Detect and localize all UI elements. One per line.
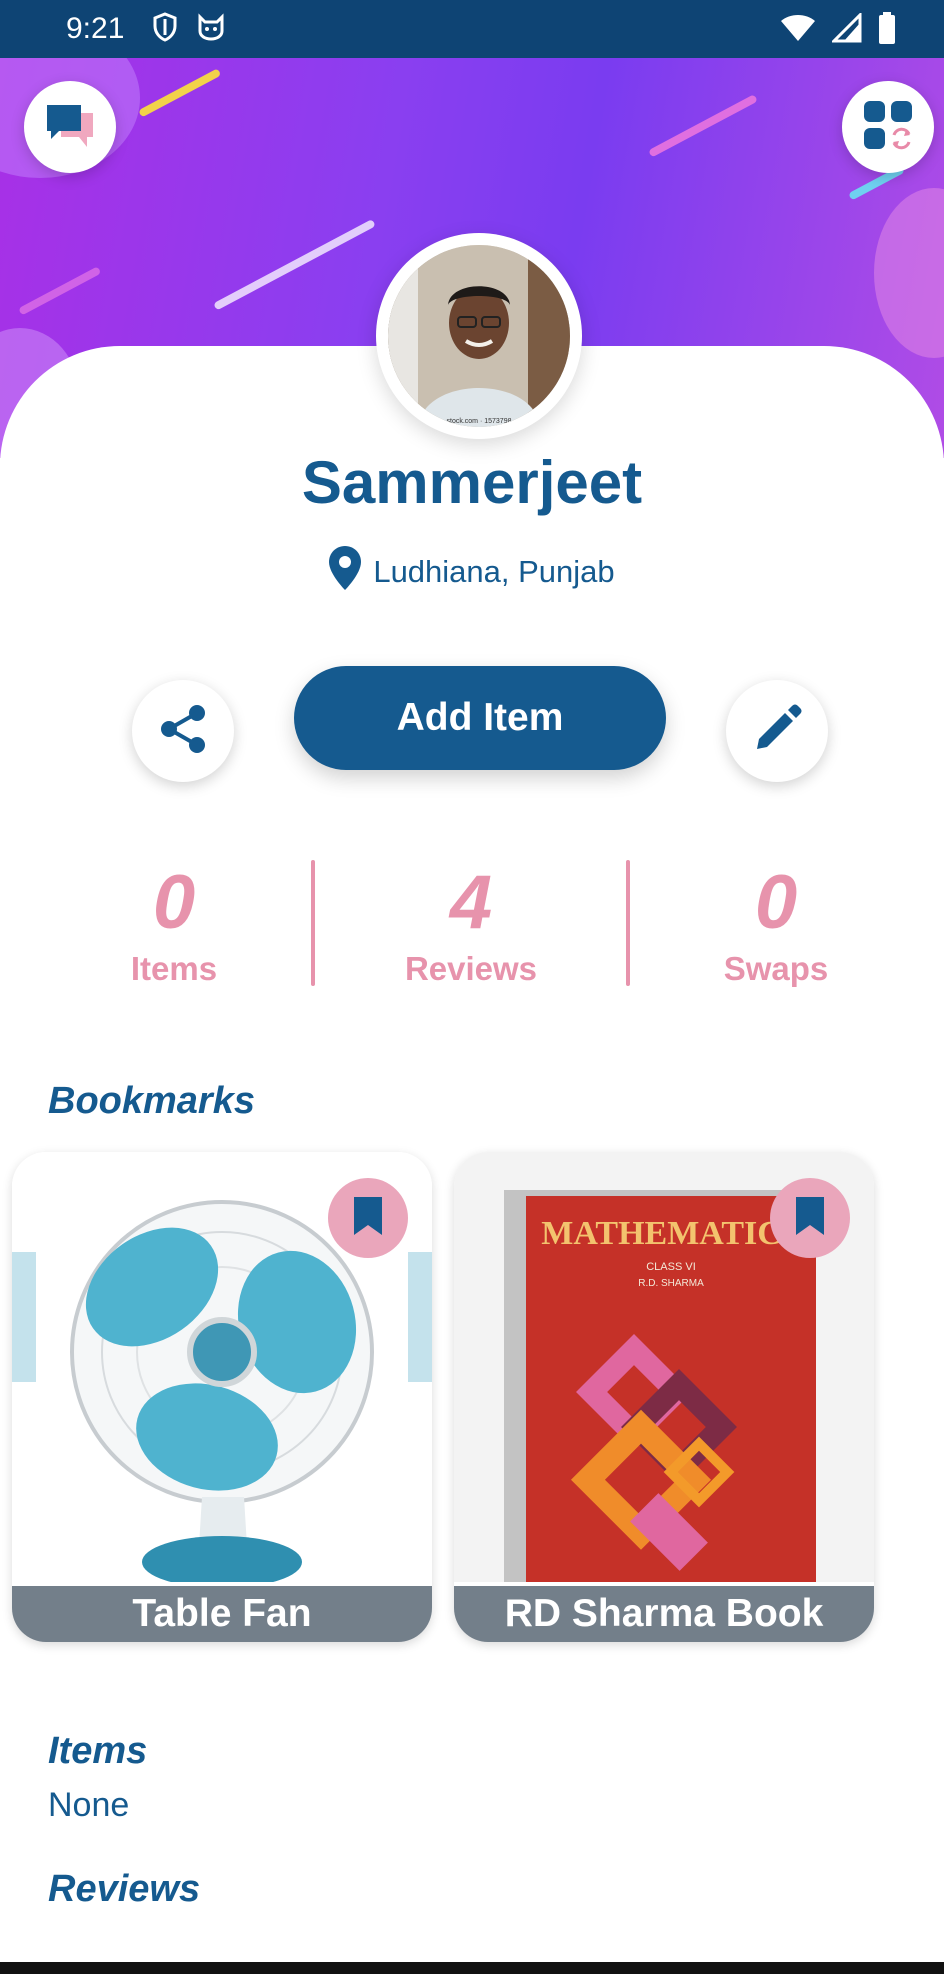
bookmark-card[interactable]: Table Fan	[12, 1152, 432, 1642]
location-text: Ludhiana, Punjab	[373, 554, 615, 589]
stat-reviews[interactable]: 4 Reviews	[346, 858, 596, 988]
banner-streak	[138, 68, 222, 118]
profile-screen: 9:21 ...stock.com · 1573798... Sammerjee…	[0, 0, 944, 1974]
bookmark-card[interactable]: MATHEMATICS CLASS VI R.D. SHARMA RD Shar…	[454, 1152, 874, 1642]
wifi-icon	[780, 13, 816, 48]
avatar-photo: ...stock.com · 1573798...	[388, 245, 570, 427]
stat-value: 0	[152, 860, 196, 945]
bookmark-icon	[794, 1195, 826, 1242]
status-bar: 9:21	[0, 0, 944, 58]
bookmarks-title: Bookmarks	[48, 1080, 255, 1122]
location-pin-icon	[329, 546, 362, 598]
share-icon	[155, 701, 211, 762]
book-title-text: MATHEMATICS	[541, 1215, 800, 1252]
stat-label: Swaps	[723, 950, 829, 987]
stat-label: Reviews	[404, 950, 538, 987]
stat-value: 4	[449, 860, 493, 945]
pencil-icon	[751, 703, 803, 760]
bookmark-caption: RD Sharma Book	[454, 1586, 874, 1642]
stat-items[interactable]: 0 Items	[49, 858, 299, 988]
stat-value: 0	[754, 860, 798, 945]
stat-divider	[626, 860, 630, 986]
banner-streak	[213, 218, 376, 311]
screen-bottom-edge	[0, 1962, 944, 1974]
bookmark-caption: Table Fan	[12, 1586, 432, 1642]
banner-streak	[648, 94, 758, 158]
reviews-section-title: Reviews	[48, 1868, 201, 1910]
bookmark-icon	[352, 1195, 384, 1242]
swap-menu-button[interactable]	[842, 81, 934, 173]
edit-profile-button[interactable]	[726, 680, 828, 782]
signal-icon	[830, 11, 862, 48]
shield-icon	[152, 12, 178, 47]
book-author-text: R.D. SHARMA	[638, 1278, 704, 1289]
stat-swaps[interactable]: 0 Swaps	[651, 858, 901, 988]
banner-streak	[18, 266, 102, 316]
battery-icon	[878, 12, 896, 49]
items-section-title: Items	[48, 1730, 148, 1772]
bookmark-toggle[interactable]	[770, 1178, 850, 1258]
grid-swap-icon	[862, 99, 914, 156]
avatar[interactable]: ...stock.com · 1573798...	[376, 233, 582, 439]
chat-button[interactable]	[24, 81, 116, 173]
chat-bubbles-icon	[43, 101, 97, 154]
cat-icon	[196, 12, 226, 47]
avatar-watermark: ...stock.com · 1573798...	[441, 418, 518, 425]
stat-divider	[311, 860, 315, 986]
stat-label: Items	[130, 950, 218, 987]
banner-blob	[874, 188, 944, 358]
add-item-button[interactable]: Add Item	[294, 666, 666, 770]
status-time: 9:21	[66, 12, 125, 45]
share-button[interactable]	[132, 680, 234, 782]
location-row: Ludhiana, Punjab	[0, 546, 944, 598]
items-section-value: None	[48, 1786, 130, 1824]
profile-name: Sammerjeet	[301, 449, 643, 516]
bookmark-toggle[interactable]	[328, 1178, 408, 1258]
book-class-text: CLASS VI	[646, 1261, 696, 1273]
